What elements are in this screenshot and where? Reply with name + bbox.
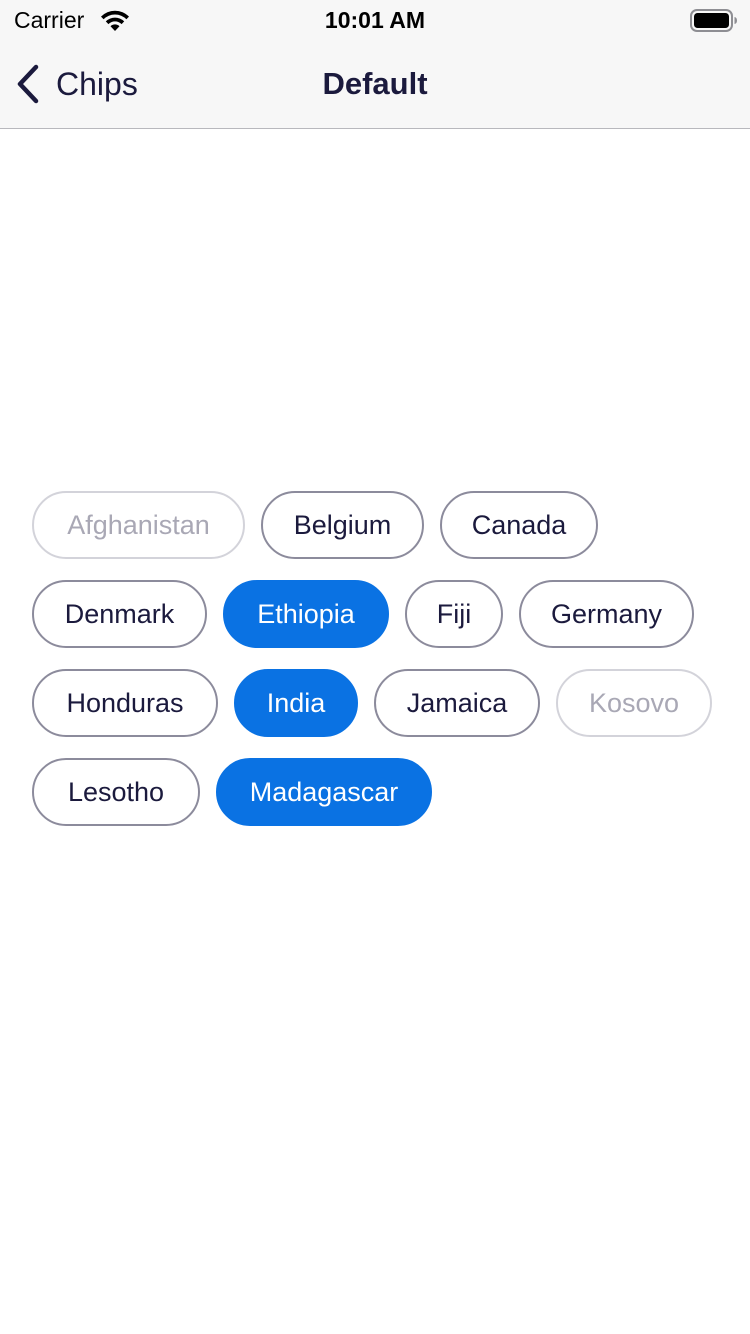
battery-icon (690, 9, 738, 32)
chip-india[interactable]: India (234, 669, 358, 737)
chip-canada[interactable]: Canada (440, 491, 598, 559)
chip-jamaica[interactable]: Jamaica (374, 669, 540, 737)
chip-denmark[interactable]: Denmark (32, 580, 207, 648)
chip-row: Afghanistan Belgium Canada (32, 491, 722, 559)
chip-row: Denmark Ethiopia Fiji Germany (32, 580, 722, 648)
chip-row: Honduras India Jamaica Kosovo (32, 669, 722, 737)
chip-belgium[interactable]: Belgium (261, 491, 424, 559)
chip-kosovo: Kosovo (556, 669, 712, 737)
chip-madagascar[interactable]: Madagascar (216, 758, 432, 826)
chip-germany[interactable]: Germany (519, 580, 694, 648)
chip-fiji[interactable]: Fiji (405, 580, 503, 648)
clock: 10:01 AM (324, 7, 426, 33)
navigation-bar: Chips Default (0, 40, 750, 129)
chip-lesotho[interactable]: Lesotho (32, 758, 200, 826)
page-title: Default (322, 66, 428, 101)
chip-honduras[interactable]: Honduras (32, 669, 218, 737)
chip-row: Lesotho Madagascar (32, 758, 722, 826)
chip-afghanistan: Afghanistan (32, 491, 245, 559)
chip-group: Afghanistan Belgium Canada Denmark Ethio… (32, 491, 722, 847)
status-bar: Carrier 10:01 AM (0, 0, 750, 40)
chip-ethiopia[interactable]: Ethiopia (223, 580, 389, 648)
